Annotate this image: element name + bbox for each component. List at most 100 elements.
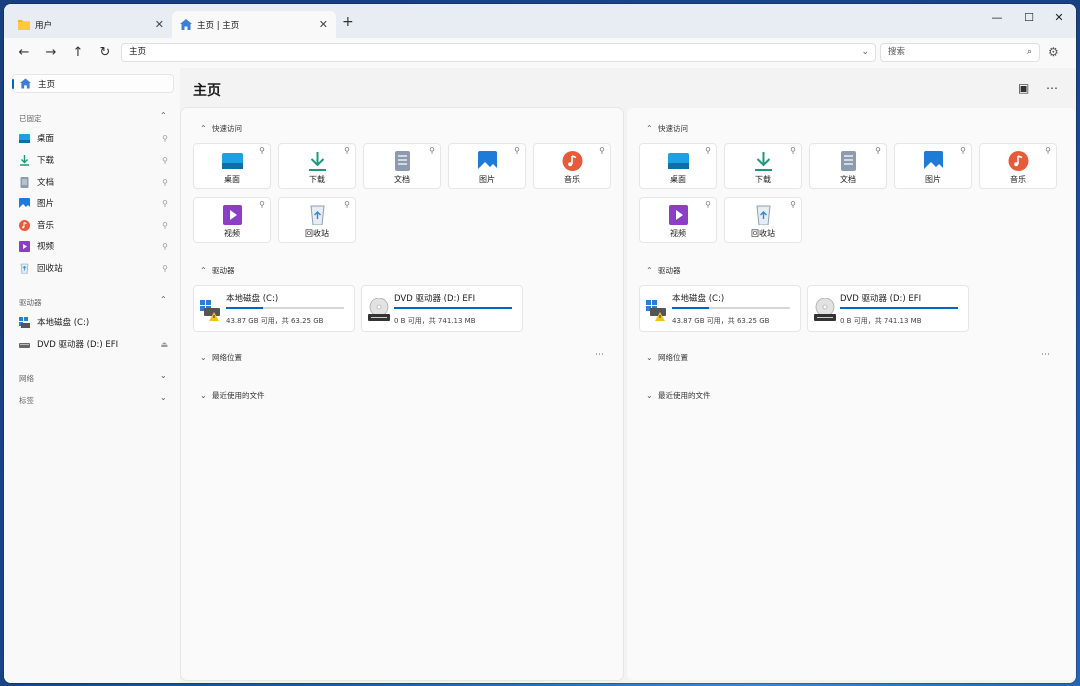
pin-icon[interactable]: ⚲ (960, 146, 966, 155)
dvd-rom-icon (368, 297, 390, 322)
pin-icon[interactable]: ⚲ (1045, 146, 1051, 155)
section-quick-access[interactable]: ⌃ 快速访问 (200, 123, 242, 134)
pin-icon[interactable]: ⚲ (162, 264, 168, 273)
pin-icon[interactable]: ⚲ (790, 146, 796, 155)
tab-users[interactable]: 用户 ✕ (10, 11, 172, 38)
pin-icon[interactable]: ⚲ (162, 134, 168, 143)
search-input[interactable]: 搜索 ⌕ (880, 43, 1040, 62)
drive-usage-bar (394, 307, 512, 309)
details-pane-icon[interactable]: ▣ (1018, 81, 1029, 95)
quick-access-tile-pictures[interactable]: ⚲ 图片 (894, 143, 972, 189)
quick-access-tile-documents[interactable]: ⚲ 文档 (809, 143, 887, 189)
quick-access-tile-downloads[interactable]: ⚲ 下载 (278, 143, 356, 189)
tab-home[interactable]: 主页 | 主页 ✕ (172, 11, 336, 38)
eject-icon[interactable]: ⏏ (160, 340, 168, 349)
pin-icon[interactable]: ⚲ (344, 146, 350, 155)
pin-icon[interactable]: ⚲ (514, 146, 520, 155)
forward-button[interactable]: → (42, 44, 60, 62)
address-bar[interactable]: 主页 ⌄ (121, 43, 876, 62)
sidebar-item-desktop[interactable]: 桌面 ⚲ (19, 128, 174, 148)
pin-icon[interactable]: ⚲ (162, 178, 168, 187)
section-network-locations[interactable]: ⌄ 网络位置 (646, 352, 688, 363)
sidebar-item-downloads[interactable]: 下载 ⚲ (19, 150, 174, 170)
section-drives[interactable]: ⌃ 驱动器 (646, 265, 681, 276)
quick-access-tile-videos[interactable]: ⚲ 视频 (639, 197, 717, 243)
quick-access-tile-videos[interactable]: ⚲ 视频 (193, 197, 271, 243)
pin-icon[interactable]: ⚲ (705, 146, 711, 155)
quick-access-tile-documents[interactable]: ⚲ 文档 (363, 143, 441, 189)
quick-access-tile-pictures[interactable]: ⚲ 图片 (448, 143, 526, 189)
drive-card-dvd-d[interactable]: DVD 驱动器 (D:) EFI 0 B 可用，共 741.13 MB (361, 285, 523, 332)
pictures-icon (477, 151, 498, 171)
section-recent-files[interactable]: ⌄ 最近使用的文件 (646, 390, 711, 401)
minimize-button[interactable]: — (982, 8, 1012, 28)
drive-card-local-disk-c[interactable]: 本地磁盘 (C:) 43.87 GB 可用，共 63.25 GB (639, 285, 801, 332)
drive-card-local-disk-c[interactable]: 本地磁盘 (C:) 43.87 GB 可用，共 63.25 GB (193, 285, 355, 332)
maximize-button[interactable]: ☐ (1014, 8, 1044, 28)
sidebar-item-local-disk-c[interactable]: 本地磁盘 (C:) (19, 312, 174, 332)
pin-icon[interactable]: ⚲ (875, 146, 881, 155)
tile-label: 下载 (309, 175, 325, 184)
drive-space-info: 0 B 可用，共 741.13 MB (394, 317, 476, 325)
quick-access-tile-music[interactable]: ⚲ 音乐 (533, 143, 611, 189)
quick-access-tile-desktop[interactable]: ⚲ 桌面 (639, 143, 717, 189)
sidebar-item-label: 视频 (37, 242, 55, 252)
drive-name: DVD 驱动器 (D:) EFI (840, 294, 922, 304)
sidebar-item-videos[interactable]: 视频 ⚲ (19, 236, 174, 256)
section-drives[interactable]: ⌃ 驱动器 (200, 265, 235, 276)
quick-access-tile-downloads[interactable]: ⚲ 下载 (724, 143, 802, 189)
pin-icon[interactable]: ⚲ (599, 146, 605, 155)
pin-icon[interactable]: ⚲ (162, 156, 168, 165)
pin-icon[interactable]: ⚲ (429, 146, 435, 155)
sidebar-section-tags[interactable]: 标签 (19, 395, 34, 406)
pin-icon[interactable]: ⚲ (259, 146, 265, 155)
video-icon (668, 205, 689, 225)
pictures-icon (19, 197, 30, 209)
chevron-down-icon: ⌄ (646, 391, 653, 400)
more-options-icon[interactable]: ⋯ (1046, 81, 1058, 95)
chevron-up-icon[interactable]: ⌃ (160, 111, 167, 120)
more-options-icon[interactable]: ⋯ (1041, 350, 1050, 360)
quick-access-tile-recycle-bin[interactable]: ⚲ 回收站 (278, 197, 356, 243)
up-button[interactable]: ↑ (69, 44, 87, 62)
pin-icon[interactable]: ⚲ (162, 199, 168, 208)
pin-icon[interactable]: ⚲ (344, 200, 350, 209)
drive-usage-bar (840, 307, 958, 309)
section-title: 最近使用的文件 (658, 391, 711, 400)
chevron-down-icon[interactable]: ⌄ (861, 44, 869, 61)
quick-access-tile-desktop[interactable]: ⚲ 桌面 (193, 143, 271, 189)
chevron-up-icon[interactable]: ⌃ (160, 295, 167, 304)
section-recent-files[interactable]: ⌄ 最近使用的文件 (200, 390, 265, 401)
drive-usage-bar (672, 307, 790, 309)
pin-icon[interactable]: ⚲ (705, 200, 711, 209)
quick-access-tile-music[interactable]: ⚲ 音乐 (979, 143, 1057, 189)
section-network-locations[interactable]: ⌄ 网络位置 (200, 352, 242, 363)
sidebar-item-pictures[interactable]: 图片 ⚲ (19, 193, 174, 213)
sidebar-item-dvd-drive[interactable]: DVD 驱动器 (D:) EFI ⏏ (19, 334, 174, 354)
chevron-down-icon: ⌄ (200, 391, 207, 400)
drive-card-dvd-d[interactable]: DVD 驱动器 (D:) EFI 0 B 可用，共 741.13 MB (807, 285, 969, 332)
pin-icon[interactable]: ⚲ (162, 221, 168, 230)
sidebar-item-recycle-bin[interactable]: 回收站 ⚲ (19, 258, 174, 278)
sidebar-item-music[interactable]: 音乐 ⚲ (19, 215, 174, 235)
pin-icon[interactable]: ⚲ (162, 242, 168, 251)
chevron-down-icon[interactable]: ⌄ (160, 393, 167, 402)
more-options-icon[interactable]: ⋯ (595, 350, 604, 360)
main-content: 主页 ▣ ⋯ ⌃ 快速访问 ⚲ 桌面 ⚲ 下载 ⚲ 文档 ⚲ 图片 ⚲ 音乐 ⚲… (180, 68, 1076, 683)
settings-gear-icon[interactable]: ⚙ (1048, 45, 1059, 59)
close-tab-icon[interactable]: ✕ (319, 18, 328, 31)
new-tab-button[interactable]: + (342, 14, 354, 30)
sidebar-item-home[interactable]: 主页 (12, 74, 174, 93)
refresh-button[interactable]: ↻ (96, 44, 114, 62)
sidebar-section-network[interactable]: 网络 (19, 373, 34, 384)
drive-name: 本地磁盘 (C:) (672, 294, 725, 304)
quick-access-tile-recycle-bin[interactable]: ⚲ 回收站 (724, 197, 802, 243)
back-button[interactable]: ← (15, 44, 33, 62)
pin-icon[interactable]: ⚲ (790, 200, 796, 209)
close-window-button[interactable]: ✕ (1044, 8, 1074, 28)
close-tab-icon[interactable]: ✕ (155, 18, 164, 31)
sidebar-item-documents[interactable]: 文档 ⚲ (19, 172, 174, 192)
chevron-down-icon[interactable]: ⌄ (160, 371, 167, 380)
pin-icon[interactable]: ⚲ (259, 200, 265, 209)
section-quick-access[interactable]: ⌃ 快速访问 (646, 123, 688, 134)
